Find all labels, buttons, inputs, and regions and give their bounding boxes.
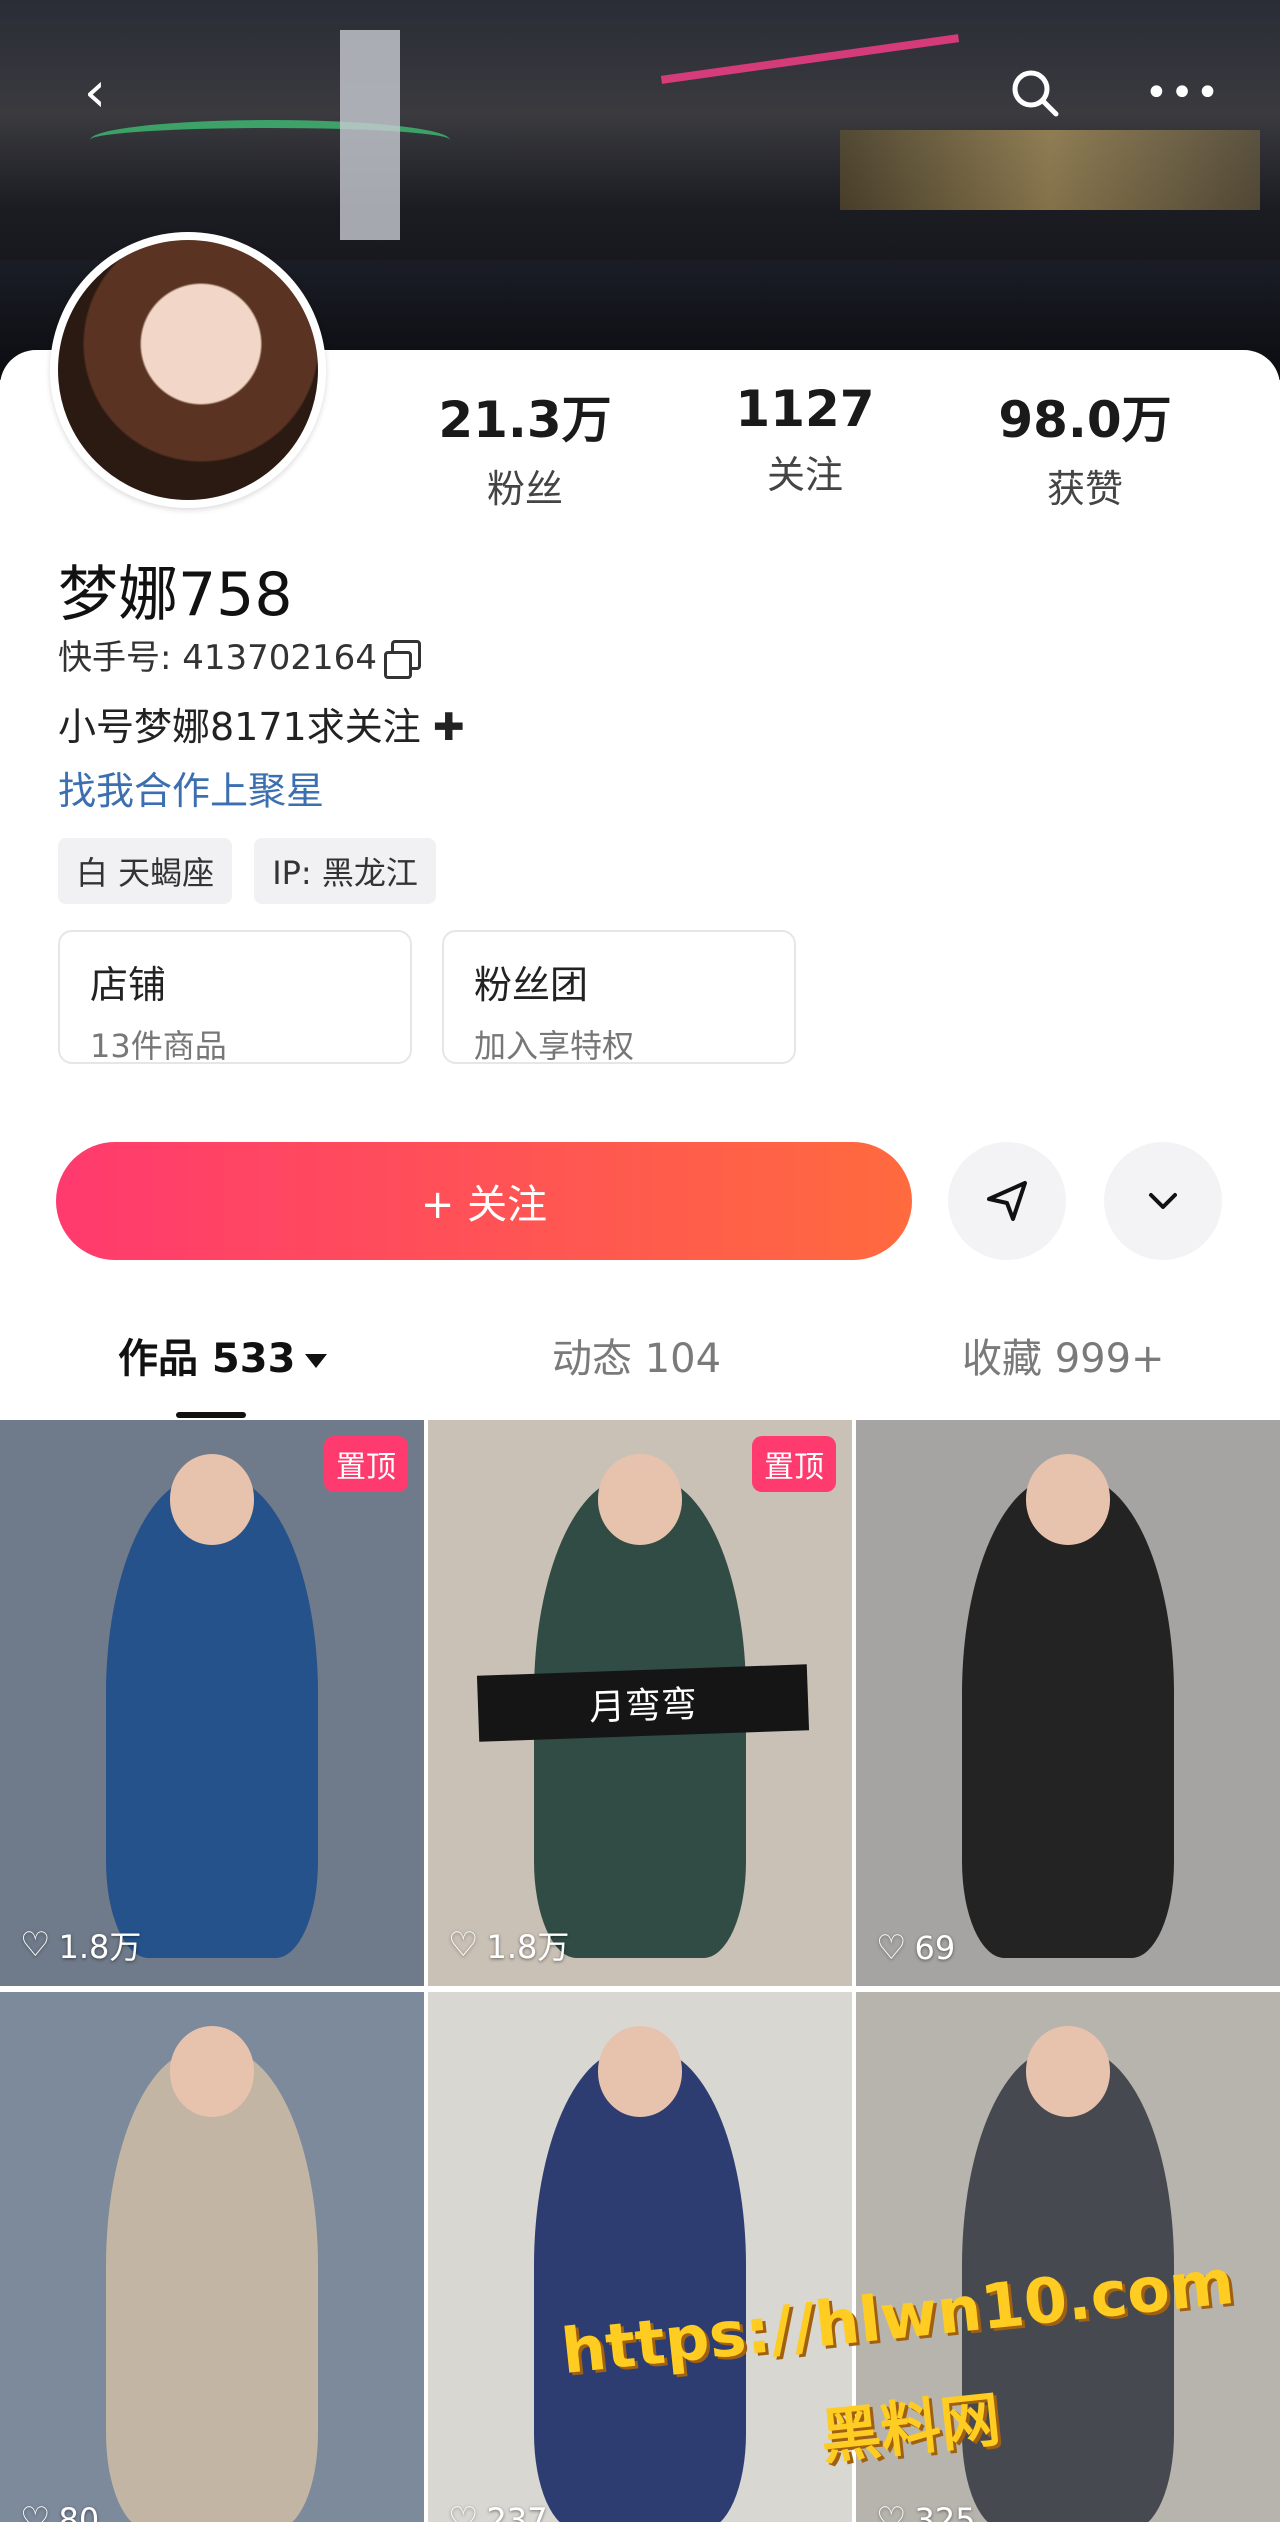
video-thumbnail bbox=[534, 2048, 746, 2522]
shop-subtitle: 13件商品 bbox=[90, 1027, 227, 1065]
stat-value: 21.3万 bbox=[438, 391, 612, 449]
like-count-value: 80 bbox=[58, 2501, 100, 2522]
avatar[interactable] bbox=[50, 232, 326, 508]
like-count: ♡ 69 bbox=[876, 1928, 955, 1968]
video-thumbnail-face bbox=[169, 1453, 255, 1545]
more-icon: ••• bbox=[1144, 70, 1222, 116]
profile-bio: 小号梦娜8171求关注 ✚ bbox=[58, 696, 465, 751]
kuaishou-id: 快手号: 413702164 bbox=[58, 638, 377, 678]
profile-boxes: 店铺 13件商品 粉丝团 加入享特权 bbox=[58, 930, 796, 1065]
heart-icon: ♡ bbox=[448, 1925, 479, 1965]
heart-icon: ♡ bbox=[20, 2500, 51, 2522]
like-count-value: 69 bbox=[914, 1929, 956, 1967]
expand-button[interactable] bbox=[1104, 1142, 1222, 1260]
search-button[interactable] bbox=[1000, 58, 1070, 128]
tab-moments[interactable]: 动态 104 bbox=[552, 1326, 721, 1384]
active-tab-indicator bbox=[176, 1412, 246, 1418]
like-count: ♡ 80 bbox=[20, 2500, 99, 2522]
bio-text: 小号梦娜8171求关注 bbox=[58, 705, 421, 749]
heart-icon: ♡ bbox=[876, 1928, 907, 1968]
like-count: ♡ 237 bbox=[448, 2500, 548, 2522]
more-button[interactable]: ••• bbox=[1145, 58, 1220, 128]
tag-ip: IP: 黑龙江 bbox=[254, 838, 436, 904]
video-tile[interactable]: ♡ 69 bbox=[856, 1420, 1280, 1986]
video-thumbnail-face bbox=[1025, 2025, 1111, 2117]
tab-works-label: 作品 533 bbox=[118, 1336, 296, 1382]
like-count-value: 1.8万 bbox=[486, 1928, 570, 1966]
video-thumbnail bbox=[106, 1476, 318, 1958]
video-thumbnail-face bbox=[1025, 1453, 1111, 1545]
video-thumbnail bbox=[106, 2048, 318, 2522]
like-count-value: 325 bbox=[914, 2501, 976, 2522]
search-icon bbox=[1012, 70, 1059, 117]
shop-title: 店铺 bbox=[90, 963, 167, 1007]
like-count-value: 237 bbox=[486, 2501, 548, 2522]
like-count: ♡ 325 bbox=[876, 2500, 976, 2522]
bio-link[interactable]: 找我合作上聚星 bbox=[58, 760, 324, 815]
kuaishou-id-row[interactable]: 快手号: 413702164 bbox=[58, 630, 421, 679]
heart-icon: ♡ bbox=[20, 1925, 51, 1965]
video-caption: 月弯弯 bbox=[476, 1664, 810, 1742]
cover-pillar bbox=[340, 30, 400, 240]
fan-club-title: 粉丝团 bbox=[474, 963, 589, 1007]
stat-label: 获赞 bbox=[1046, 467, 1123, 511]
fan-club-subtitle: 加入享特权 bbox=[474, 1027, 635, 1065]
like-count: ♡ 1.8万 bbox=[448, 1922, 569, 1968]
stat-fans[interactable]: 21.3万 粉丝 bbox=[425, 380, 625, 513]
stat-likes[interactable]: 98.0万 获赞 bbox=[985, 380, 1185, 513]
stat-following[interactable]: 1127 关注 bbox=[705, 380, 905, 499]
stat-value: 98.0万 bbox=[998, 391, 1172, 449]
tab-favorites[interactable]: 收藏 999+ bbox=[962, 1326, 1165, 1384]
pinned-badge: 置顶 bbox=[324, 1436, 408, 1492]
video-thumbnail bbox=[962, 1476, 1174, 1958]
video-tile[interactable]: 置顶 ♡ 1.8万 bbox=[0, 1420, 424, 1986]
stat-label: 关注 bbox=[766, 453, 843, 497]
video-tile[interactable]: ♡ 80 bbox=[0, 1992, 424, 2522]
follow-label: + 关注 bbox=[420, 1182, 548, 1228]
heart-icon: ♡ bbox=[876, 2500, 907, 2522]
share-button[interactable] bbox=[948, 1142, 1066, 1260]
plus-icon: ✚ bbox=[432, 705, 465, 749]
like-count: ♡ 1.8万 bbox=[20, 1922, 141, 1968]
chevron-down-icon bbox=[1149, 1193, 1177, 1209]
video-tile[interactable]: ♡ 237 bbox=[428, 1992, 852, 2522]
video-thumbnail-face bbox=[169, 2025, 255, 2117]
profile-tags: 白 天蝎座 IP: 黑龙江 bbox=[58, 838, 436, 904]
profile-stats: 21.3万 粉丝 1127 关注 98.0万 获赞 bbox=[400, 380, 1240, 511]
video-tile[interactable]: 置顶 月弯弯 ♡ 1.8万 bbox=[428, 1420, 852, 1986]
back-button[interactable]: ‹ bbox=[60, 58, 130, 128]
like-count-value: 1.8万 bbox=[58, 1928, 142, 1966]
video-thumbnail-face bbox=[597, 2025, 683, 2117]
tab-works[interactable]: 作品 533 bbox=[118, 1326, 328, 1384]
cover-neon bbox=[660, 34, 960, 84]
profile-name: 梦娜758 bbox=[58, 560, 293, 630]
pinned-badge: 置顶 bbox=[752, 1436, 836, 1492]
stat-value: 1127 bbox=[735, 380, 875, 438]
heart-icon: ♡ bbox=[448, 2500, 479, 2522]
stat-label: 粉丝 bbox=[486, 467, 563, 511]
shop-box[interactable]: 店铺 13件商品 bbox=[58, 930, 412, 1065]
tag-constellation: 白 天蝎座 bbox=[58, 838, 233, 904]
fan-club-box[interactable]: 粉丝团 加入享特权 bbox=[442, 930, 796, 1065]
follow-button[interactable]: + 关注 bbox=[56, 1142, 912, 1260]
chevron-left-icon: ‹ bbox=[83, 60, 107, 125]
cover-lights bbox=[840, 130, 1260, 210]
send-icon bbox=[987, 1181, 1027, 1221]
video-thumbnail-face bbox=[597, 1453, 683, 1545]
content-tabs: 作品 533 动态 104 收藏 999+ bbox=[0, 1326, 1280, 1416]
caret-down-icon bbox=[305, 1354, 328, 1368]
copy-icon[interactable] bbox=[383, 639, 421, 679]
